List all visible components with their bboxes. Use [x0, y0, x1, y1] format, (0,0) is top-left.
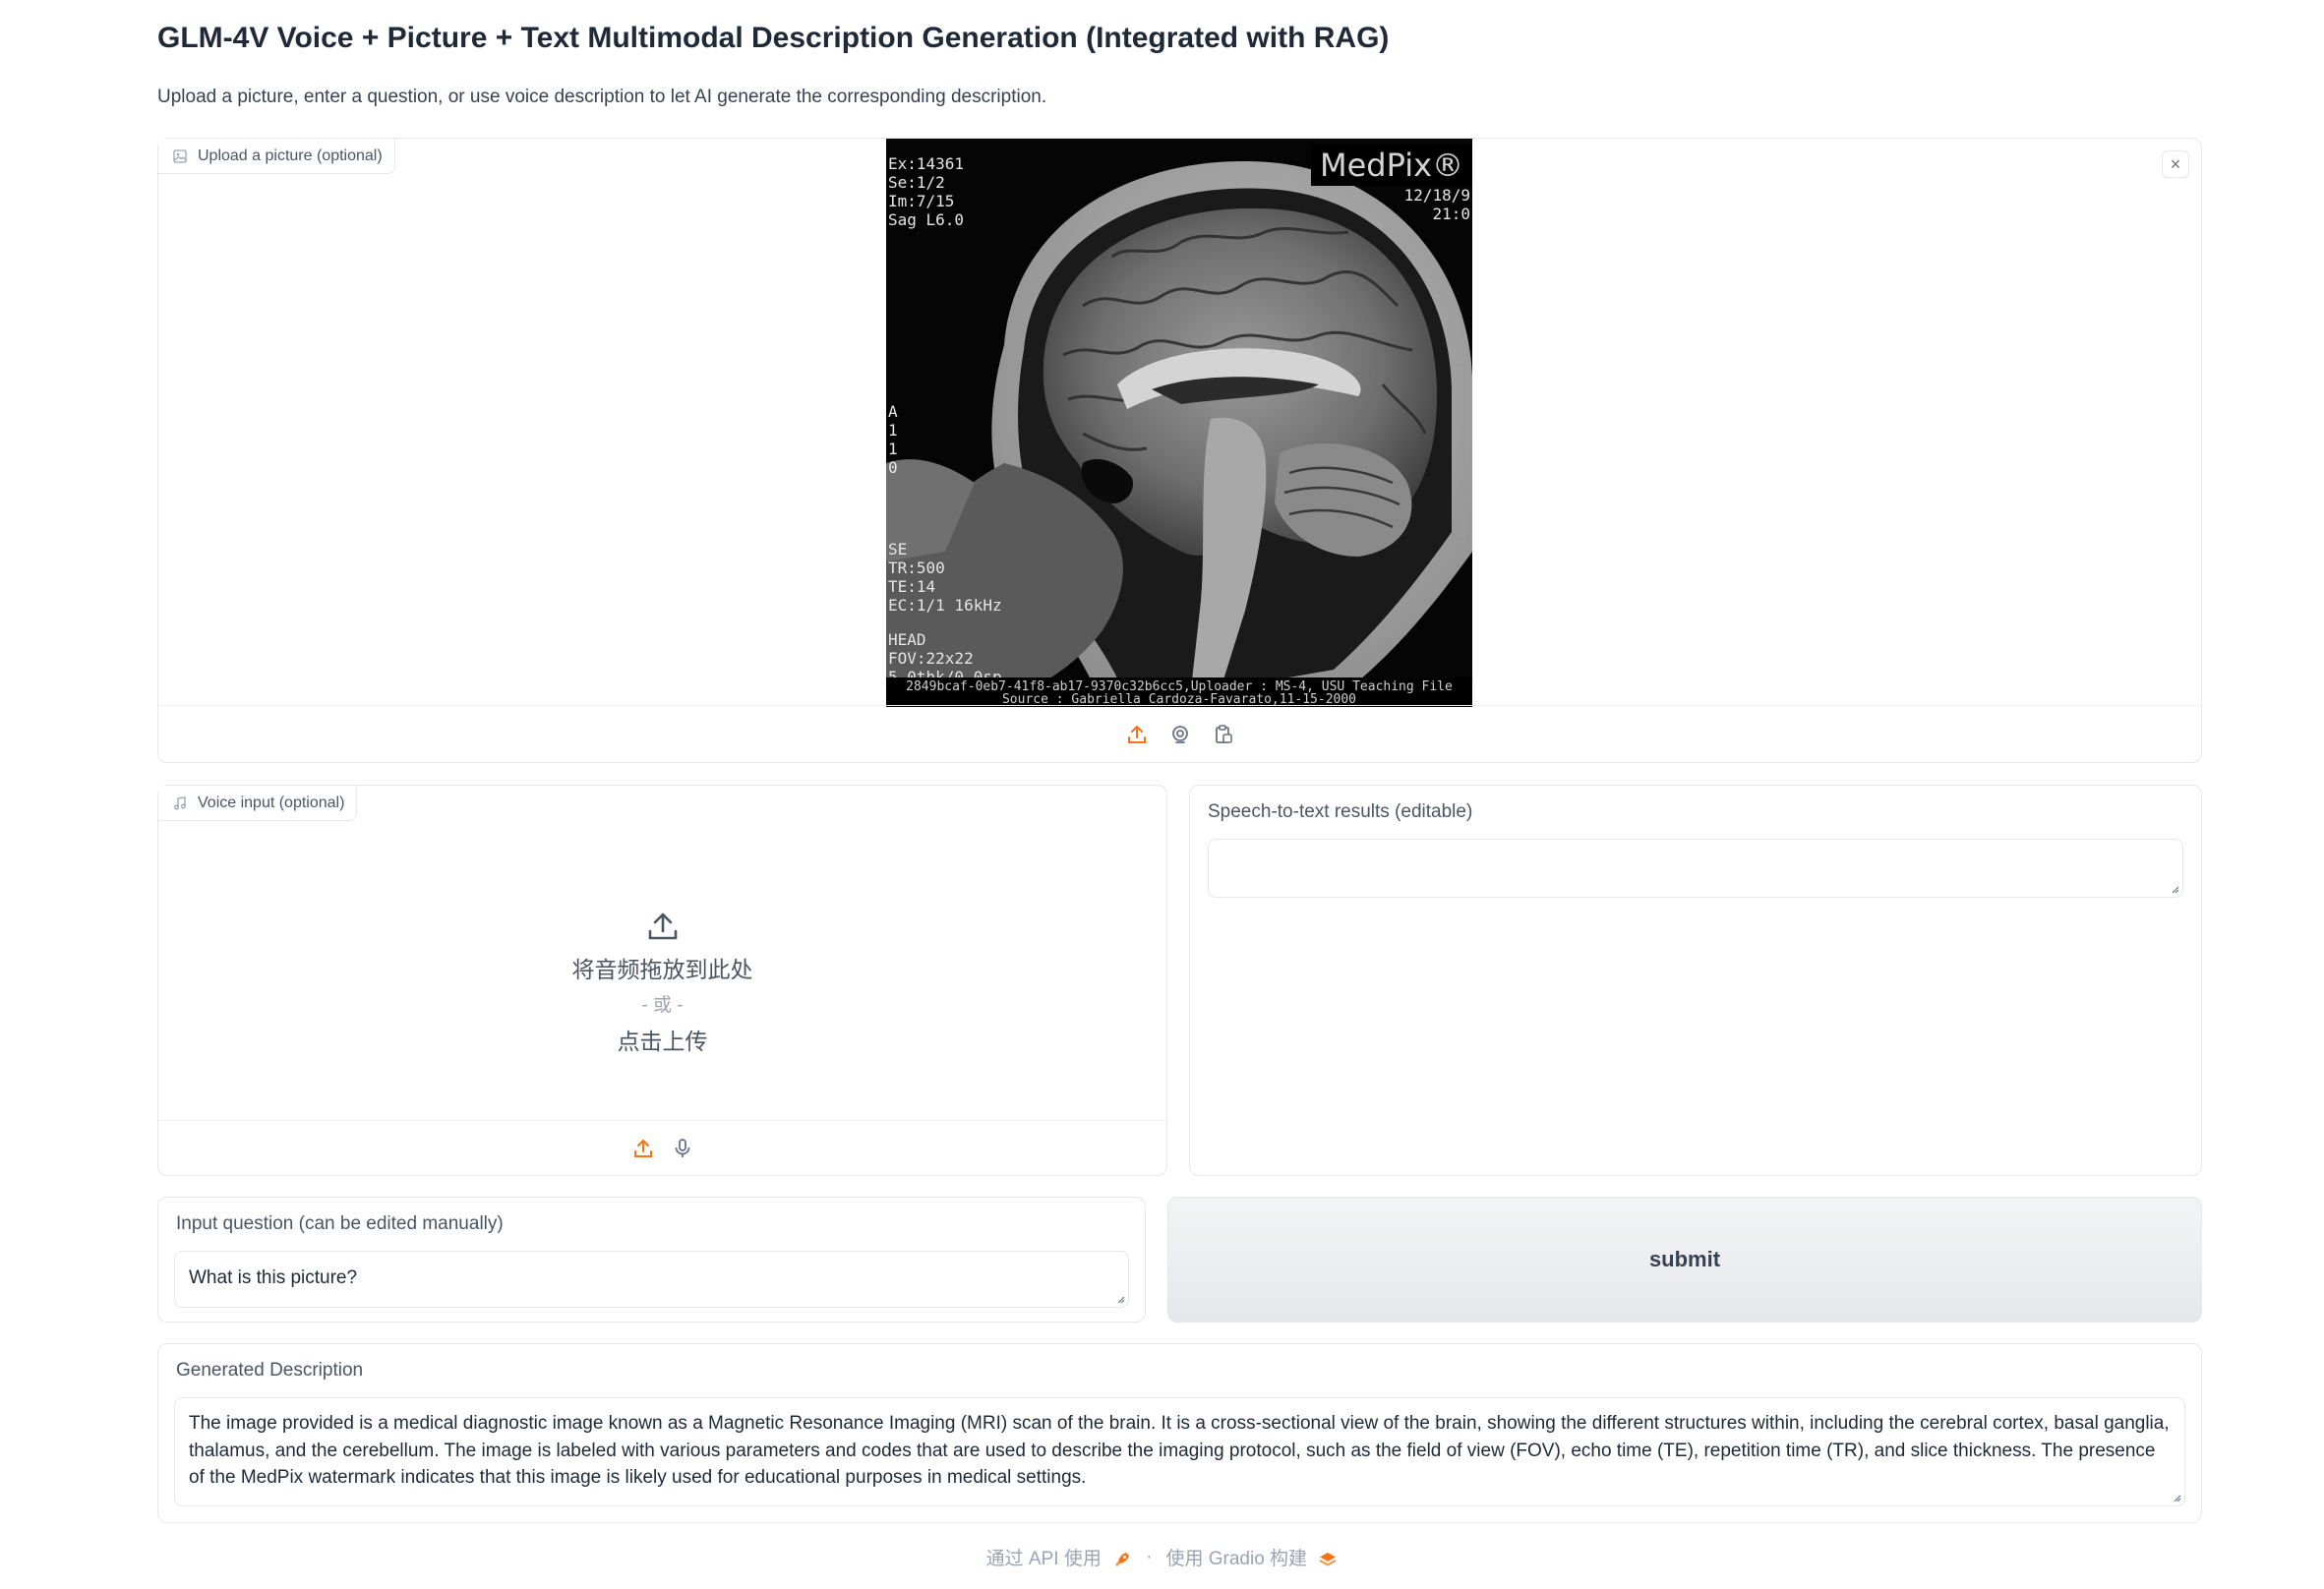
page-title: GLM-4V Voice + Picture + Text Multimodal…	[157, 22, 1390, 54]
image-icon	[173, 148, 187, 163]
rocket-icon	[1115, 1552, 1130, 1566]
audio-drop-zone[interactable]: 将音频拖放到此处 - 或 - 点击上传	[158, 845, 1166, 1120]
voice-input-panel: Voice input (optional) 将音频拖放到此处 - 或 - 点击…	[157, 785, 1167, 1176]
mri-sequence-params: SE TR:500 TE:14 EC:1/1 16kHz	[888, 540, 1002, 615]
image-upload-panel[interactable]: Upload a picture (optional) MedPix® Ex:1…	[157, 138, 2202, 763]
music-note-icon	[174, 795, 186, 809]
page-subtitle: Upload a picture, enter a question, or u…	[157, 87, 1047, 107]
upload-icon[interactable]	[1124, 722, 1150, 747]
webcam-icon[interactable]	[1167, 722, 1193, 747]
footer: 通过 API 使用 · 使用 Gradio 构建	[0, 1544, 2324, 1570]
drop-audio-text: 将音频拖放到此处	[571, 956, 753, 982]
gradio-logo-icon	[1319, 1552, 1337, 1566]
mri-orientation-marks: A 1 1 0	[888, 402, 898, 477]
description-value: The image provided is a medical diagnost…	[189, 1413, 2170, 1488]
resize-handle-icon[interactable]	[1115, 1294, 1125, 1304]
resize-handle-icon[interactable]	[2172, 1493, 2181, 1502]
speech-to-text-panel: Speech-to-text results (editable)	[1189, 785, 2202, 1176]
description-label: Generated Description	[176, 1360, 364, 1381]
medpix-logo: MedPix®	[1311, 145, 1472, 186]
voice-input-label-text: Voice input (optional)	[198, 794, 345, 811]
clipboard-icon[interactable]	[1211, 722, 1236, 747]
use-via-api-text: 通过 API 使用	[985, 1549, 1102, 1569]
question-input[interactable]: What is this picture?	[174, 1251, 1129, 1308]
use-via-api-link[interactable]: 通过 API 使用	[986, 1544, 1132, 1570]
image-upload-label-text: Upload a picture (optional)	[198, 147, 383, 164]
speech-to-text-field[interactable]	[1208, 839, 2183, 898]
audio-source-toolbar	[158, 1120, 1166, 1175]
speech-to-text-label: Speech-to-text results (editable)	[1208, 801, 1473, 822]
drop-or-text: - 或 -	[641, 994, 684, 1016]
upload-icon[interactable]	[630, 1136, 656, 1161]
description-output[interactable]: The image provided is a medical diagnost…	[174, 1397, 2185, 1506]
description-panel: Generated Description The image provided…	[157, 1343, 2202, 1523]
clear-image-button[interactable]: ×	[2162, 150, 2189, 178]
question-label: Input question (can be edited manually)	[176, 1213, 504, 1234]
voice-input-label: Voice input (optional)	[158, 786, 358, 821]
footer-separator: ·	[1146, 1546, 1153, 1567]
image-upload-label: Upload a picture (optional)	[158, 139, 395, 174]
microphone-icon[interactable]	[670, 1136, 695, 1161]
built-with-gradio-link[interactable]: 使用 Gradio 构建	[1165, 1544, 1338, 1570]
submit-button[interactable]: submit	[1167, 1197, 2202, 1323]
question-value: What is this picture?	[189, 1267, 358, 1288]
image-source-toolbar	[158, 705, 2201, 762]
question-panel: Input question (can be edited manually) …	[157, 1197, 1146, 1323]
mri-brain-drawing	[886, 161, 1472, 707]
uploaded-mri-image: MedPix® Ex:14361 Se:1/2 Im:7/15 Sag L6.0…	[886, 139, 1472, 707]
mri-source-caption: 2849bcaf-0eb7-41f8-ab17-9370c32b6cc5,Upl…	[886, 677, 1472, 707]
mri-exam-info: Ex:14361 Se:1/2 Im:7/15 Sag L6.0	[888, 154, 965, 229]
upload-icon	[648, 912, 677, 939]
resize-handle-icon[interactable]	[2170, 884, 2179, 894]
built-with-gradio-text: 使用 Gradio 构建	[1165, 1549, 1308, 1569]
mri-date-info: 12/18/9 21:0	[1403, 186, 1470, 223]
click-upload-text: 点击上传	[617, 1028, 708, 1054]
